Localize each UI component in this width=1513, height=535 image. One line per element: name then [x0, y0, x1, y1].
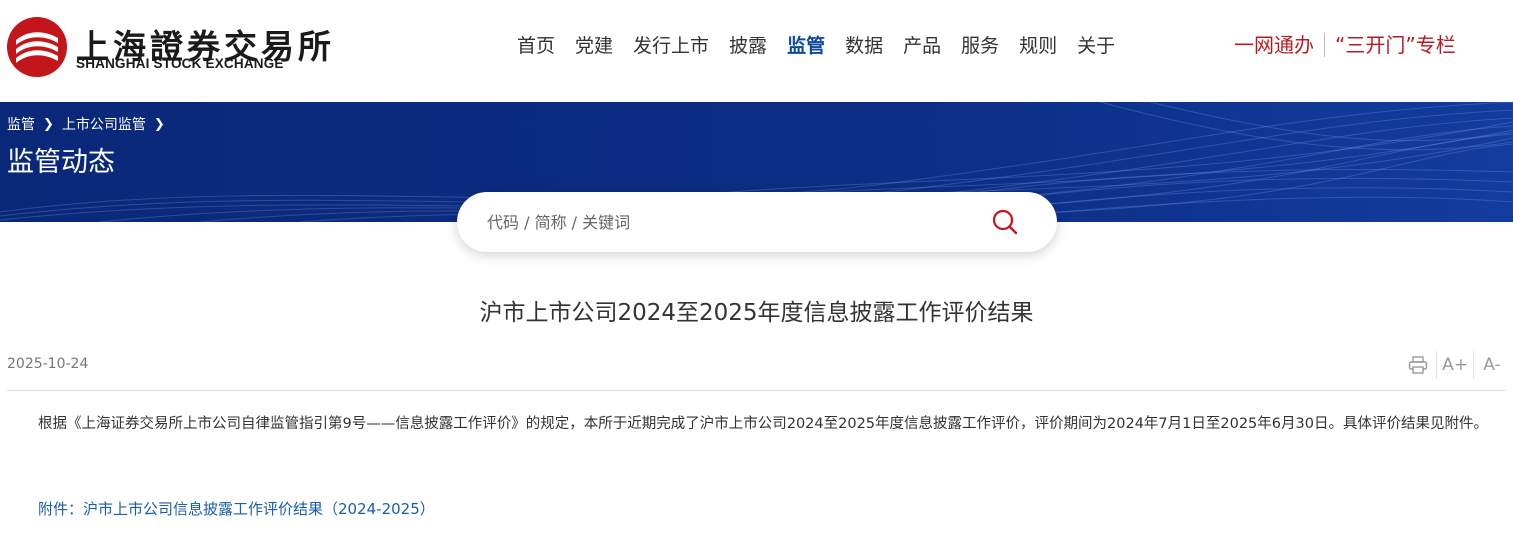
- nav-item-rules[interactable]: 规则: [1019, 32, 1057, 62]
- logo-english-name: SHANGHAI STOCK EXCHANGE: [76, 56, 284, 71]
- search-box: [457, 192, 1057, 252]
- chevron-right-icon: ❯: [153, 116, 165, 132]
- breadcrumb-supervision[interactable]: 监管: [7, 114, 35, 134]
- breadcrumb: 监管 ❯ 上市公司监管 ❯: [7, 114, 173, 134]
- search-icon[interactable]: [991, 208, 1019, 236]
- nav-item-home[interactable]: 首页: [517, 32, 555, 62]
- nav-item-listing[interactable]: 发行上市: [633, 32, 709, 62]
- print-button[interactable]: [1400, 350, 1436, 380]
- nav-item-about[interactable]: 关于: [1077, 32, 1115, 62]
- top-right-divider: [1324, 33, 1325, 57]
- print-icon: [1408, 356, 1428, 374]
- nav-item-party[interactable]: 党建: [575, 32, 613, 62]
- content-divider: [7, 390, 1506, 391]
- sse-logo-icon: [7, 17, 67, 77]
- sse-logo[interactable]: 上海證券交易所 SHANGHAI STOCK EXCHANGE: [6, 16, 331, 78]
- nav-item-products[interactable]: 产品: [903, 32, 941, 62]
- nav-item-services[interactable]: 服务: [961, 32, 999, 62]
- one-stop-service-link[interactable]: 一网通办: [1234, 31, 1314, 59]
- main-nav: 首页 党建 发行上市 披露 监管 数据 产品 服务 规则 关于: [517, 32, 1135, 62]
- font-decrease-button[interactable]: A-: [1474, 350, 1510, 380]
- article-date: 2025-10-24: [7, 356, 89, 372]
- nav-item-data[interactable]: 数据: [845, 32, 883, 62]
- article-body: 根据《上海证券交易所上市公司自律监管指引第9号——信息披露工作评价》的规定，本所…: [38, 416, 1488, 432]
- three-open-doors-link[interactable]: “三开门”专栏: [1335, 31, 1456, 59]
- nav-item-supervision[interactable]: 监管: [787, 32, 825, 62]
- font-increase-button[interactable]: A+: [1437, 350, 1473, 380]
- search-input[interactable]: [487, 206, 967, 238]
- nav-item-disclosure[interactable]: 披露: [729, 32, 767, 62]
- breadcrumb-listed-company-supervision[interactable]: 上市公司监管: [62, 114, 146, 134]
- site-header: 上海證券交易所 SHANGHAI STOCK EXCHANGE 首页 党建 发行…: [0, 0, 1513, 102]
- article-title: 沪市上市公司2024至2025年度信息披露工作评价结果: [479, 300, 1034, 326]
- top-right-links: 一网通办 “三开门”专栏: [1234, 31, 1456, 59]
- article-tools: A+ A-: [1400, 350, 1510, 380]
- page-title: 监管动态: [7, 147, 115, 178]
- chevron-right-icon: ❯: [43, 116, 54, 132]
- attachment-link[interactable]: 附件：沪市上市公司信息披露工作评价结果（2024-2025）: [38, 498, 435, 519]
